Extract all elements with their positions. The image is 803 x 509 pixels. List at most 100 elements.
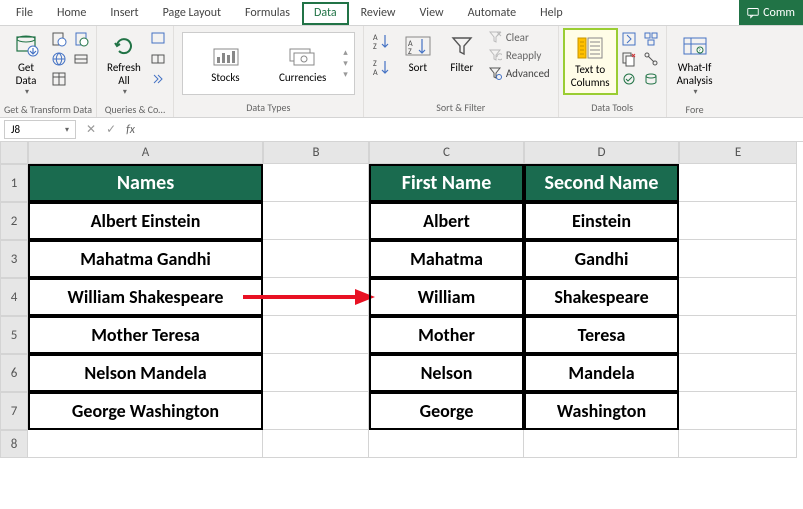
consolidate-button[interactable] bbox=[642, 30, 660, 48]
row-header-7[interactable]: 7 bbox=[0, 392, 28, 430]
sort-button[interactable]: AZ Sort bbox=[396, 28, 440, 79]
tab-data[interactable]: Data bbox=[302, 2, 349, 25]
cell-a1[interactable]: Names bbox=[28, 164, 263, 202]
clear-button[interactable]: Clear bbox=[488, 30, 550, 44]
whatif-button[interactable]: ? What-IfAnalysis ▾ bbox=[671, 28, 719, 101]
from-table-button[interactable] bbox=[50, 70, 68, 88]
tab-file[interactable]: File bbox=[4, 2, 45, 25]
cell-b2[interactable] bbox=[263, 202, 369, 240]
cell-b8[interactable] bbox=[263, 430, 369, 458]
cell-a7[interactable]: George Washington bbox=[28, 392, 263, 430]
cell-e8[interactable] bbox=[679, 430, 797, 458]
cell-b7[interactable] bbox=[263, 392, 369, 430]
cell-c5[interactable]: Mother bbox=[369, 316, 524, 354]
enter-icon[interactable]: ✓ bbox=[106, 122, 116, 137]
name-box[interactable]: J8 ▾ bbox=[4, 120, 76, 139]
from-web-button[interactable] bbox=[50, 50, 68, 68]
cell-c4[interactable]: William bbox=[369, 278, 524, 316]
tab-view[interactable]: View bbox=[408, 2, 456, 25]
tab-formulas[interactable]: Formulas bbox=[233, 2, 302, 25]
remove-duplicates-button[interactable] bbox=[620, 50, 638, 68]
cell-b1[interactable] bbox=[263, 164, 369, 202]
whatif-icon: ? bbox=[681, 32, 709, 60]
comments-button[interactable]: Comm bbox=[739, 0, 803, 25]
cell-c3[interactable]: Mahatma bbox=[369, 240, 524, 278]
flash-fill-button[interactable] bbox=[620, 30, 638, 48]
cell-e4[interactable] bbox=[679, 278, 797, 316]
select-all-corner[interactable] bbox=[0, 142, 28, 164]
currencies-button[interactable]: Currencies bbox=[264, 38, 341, 89]
from-text-button[interactable] bbox=[50, 30, 68, 48]
tab-help[interactable]: Help bbox=[528, 2, 575, 25]
existing-conn-button[interactable] bbox=[72, 50, 90, 68]
row-header-5[interactable]: 5 bbox=[0, 316, 28, 354]
tab-page-layout[interactable]: Page Layout bbox=[151, 2, 233, 25]
recent-sources-button[interactable] bbox=[72, 30, 90, 48]
cell-b5[interactable] bbox=[263, 316, 369, 354]
cell-a6[interactable]: Nelson Mandela bbox=[28, 354, 263, 392]
cell-a8[interactable] bbox=[28, 430, 263, 458]
cell-d6[interactable]: Mandela bbox=[524, 354, 679, 392]
cell-e6[interactable] bbox=[679, 354, 797, 392]
row-header-2[interactable]: 2 bbox=[0, 202, 28, 240]
cell-e7[interactable] bbox=[679, 392, 797, 430]
cell-b6[interactable] bbox=[263, 354, 369, 392]
cell-a5[interactable]: Mother Teresa bbox=[28, 316, 263, 354]
tab-insert[interactable]: Insert bbox=[98, 2, 150, 25]
row-header-3[interactable]: 3 bbox=[0, 240, 28, 278]
col-header-c[interactable]: C bbox=[369, 142, 524, 164]
sort-za-button[interactable]: ZA bbox=[370, 56, 394, 80]
cell-d7[interactable]: Washington bbox=[524, 392, 679, 430]
more-icon[interactable]: ▾ bbox=[343, 69, 348, 80]
cell-d8[interactable] bbox=[524, 430, 679, 458]
stocks-button[interactable]: Stocks bbox=[187, 38, 264, 89]
tab-home[interactable]: Home bbox=[45, 2, 98, 25]
cell-a2[interactable]: Albert Einstein bbox=[28, 202, 263, 240]
cell-d4[interactable]: Shakespeare bbox=[524, 278, 679, 316]
filter-button[interactable]: Filter bbox=[440, 28, 484, 79]
row-header-1[interactable]: 1 bbox=[0, 164, 28, 202]
cell-b4[interactable] bbox=[263, 278, 369, 316]
cell-d5[interactable]: Teresa bbox=[524, 316, 679, 354]
cell-a3[interactable]: Mahatma Gandhi bbox=[28, 240, 263, 278]
row-header-8[interactable]: 8 bbox=[0, 430, 28, 458]
cell-c6[interactable]: Nelson bbox=[369, 354, 524, 392]
text-to-columns-button[interactable]: Text toColumns bbox=[563, 28, 618, 95]
relationships-button[interactable] bbox=[642, 50, 660, 68]
cell-c8[interactable] bbox=[369, 430, 524, 458]
cell-d3[interactable]: Gandhi bbox=[524, 240, 679, 278]
cell-e3[interactable] bbox=[679, 240, 797, 278]
queries-small-1[interactable] bbox=[149, 30, 167, 48]
data-validation-button[interactable] bbox=[620, 70, 638, 88]
cell-e2[interactable] bbox=[679, 202, 797, 240]
cell-c1[interactable]: First Name bbox=[369, 164, 524, 202]
queries-small-3[interactable] bbox=[149, 70, 167, 88]
sort-az-button[interactable]: AZ bbox=[370, 30, 394, 54]
get-data-button[interactable]: GetData ▾ bbox=[4, 28, 48, 101]
data-model-button[interactable] bbox=[642, 70, 660, 88]
fx-icon[interactable]: fx bbox=[126, 123, 135, 137]
chevron-up-icon[interactable]: ▴ bbox=[343, 47, 348, 58]
cell-d2[interactable]: Einstein bbox=[524, 202, 679, 240]
chevron-down-icon[interactable]: ▾ bbox=[343, 58, 348, 69]
tab-review[interactable]: Review bbox=[349, 2, 408, 25]
cell-e1[interactable] bbox=[679, 164, 797, 202]
row-header-4[interactable]: 4 bbox=[0, 278, 28, 316]
cell-c7[interactable]: George bbox=[369, 392, 524, 430]
col-header-e[interactable]: E bbox=[679, 142, 797, 164]
cell-a4[interactable]: William Shakespeare bbox=[28, 278, 263, 316]
cell-b3[interactable] bbox=[263, 240, 369, 278]
cancel-icon[interactable]: ✕ bbox=[86, 122, 96, 137]
reapply-button[interactable]: Reapply bbox=[488, 48, 550, 62]
queries-small-2[interactable] bbox=[149, 50, 167, 68]
cell-e5[interactable] bbox=[679, 316, 797, 354]
advanced-button[interactable]: Advanced bbox=[488, 66, 550, 80]
col-header-a[interactable]: A bbox=[28, 142, 263, 164]
refresh-all-button[interactable]: RefreshAll ▾ bbox=[101, 28, 147, 101]
cell-d1[interactable]: Second Name bbox=[524, 164, 679, 202]
row-header-6[interactable]: 6 bbox=[0, 354, 28, 392]
col-header-b[interactable]: B bbox=[263, 142, 369, 164]
col-header-d[interactable]: D bbox=[524, 142, 679, 164]
cell-c2[interactable]: Albert bbox=[369, 202, 524, 240]
tab-automate[interactable]: Automate bbox=[456, 2, 529, 25]
